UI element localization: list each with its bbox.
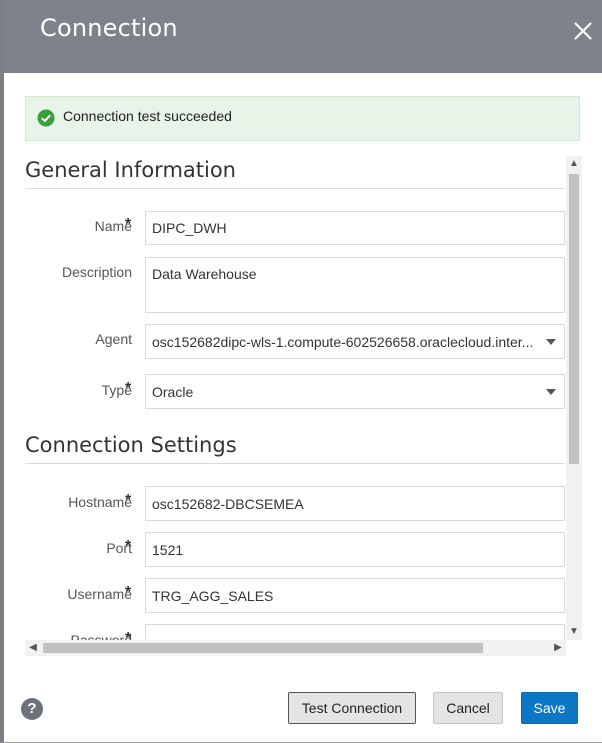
scroll-left-icon[interactable]: ◀ (25, 640, 41, 656)
type-select[interactable]: Oracle (145, 374, 565, 409)
dialog-header: Connection (4, 0, 602, 73)
chevron-down-icon (546, 389, 556, 395)
alert-message: Connection test succeeded (63, 108, 232, 124)
section-title-general: General Information (25, 158, 236, 182)
cancel-button[interactable]: Cancel (433, 692, 503, 724)
description-value: Data Warehouse (152, 266, 257, 282)
hostname-input[interactable]: osc152682-DBCSEMEA (145, 486, 565, 521)
description-label: Description (61, 264, 132, 280)
type-label: Type (101, 382, 132, 398)
vertical-scrollbar[interactable]: ▲ ▼ (566, 156, 582, 640)
port-value: 1521 (152, 542, 184, 558)
required-marker: * (125, 538, 132, 555)
agent-select[interactable]: osc152682dipc-wls-1.compute-602526658.or… (145, 324, 565, 359)
required-marker: * (125, 584, 132, 601)
dialog-title: Connection (40, 14, 178, 42)
port-label: Port (106, 540, 132, 556)
scroll-right-icon[interactable]: ▶ (550, 640, 566, 656)
section-divider (25, 188, 565, 189)
test-connection-button[interactable]: Test Connection (288, 692, 416, 724)
agent-label: Agent (95, 331, 132, 347)
connection-dialog: Connection Connection test succeeded Gen… (0, 0, 602, 743)
required-marker: * (125, 492, 132, 509)
scroll-thumb[interactable] (569, 174, 579, 464)
scroll-down-icon[interactable]: ▼ (566, 624, 582, 640)
required-marker: * (125, 216, 132, 233)
hostname-value: osc152682-DBCSEMEA (152, 496, 304, 512)
horizontal-scrollbar[interactable]: ◀ ▶ (25, 640, 566, 656)
username-input[interactable]: TRG_AGG_SALES (145, 578, 565, 613)
port-input[interactable]: 1521 (145, 532, 565, 567)
username-value: TRG_AGG_SALES (152, 588, 274, 604)
name-value: DIPC_DWH (152, 220, 227, 236)
name-input[interactable]: DIPC_DWH (145, 211, 565, 245)
success-alert: Connection test succeeded (25, 96, 580, 141)
name-label: Name (94, 218, 132, 234)
required-marker: * (125, 380, 132, 397)
help-icon[interactable]: ? (21, 698, 43, 720)
type-value: Oracle (152, 384, 194, 400)
save-button[interactable]: Save (521, 692, 578, 724)
hostname-label: Hostname (68, 494, 132, 510)
chevron-down-icon (546, 339, 556, 345)
checkmark-circle-icon (37, 109, 55, 127)
scroll-up-icon[interactable]: ▲ (566, 156, 582, 172)
form-scroll-area: General Information Name * DIPC_DWH Desc… (25, 156, 583, 656)
description-textarea[interactable]: Data Warehouse (145, 257, 565, 313)
scroll-thumb[interactable] (43, 643, 483, 653)
username-label: Username (67, 586, 132, 602)
agent-value: osc152682dipc-wls-1.compute-602526658.or… (152, 334, 534, 350)
close-icon[interactable] (570, 18, 596, 44)
section-title-settings: Connection Settings (25, 433, 237, 457)
section-divider (25, 463, 565, 464)
